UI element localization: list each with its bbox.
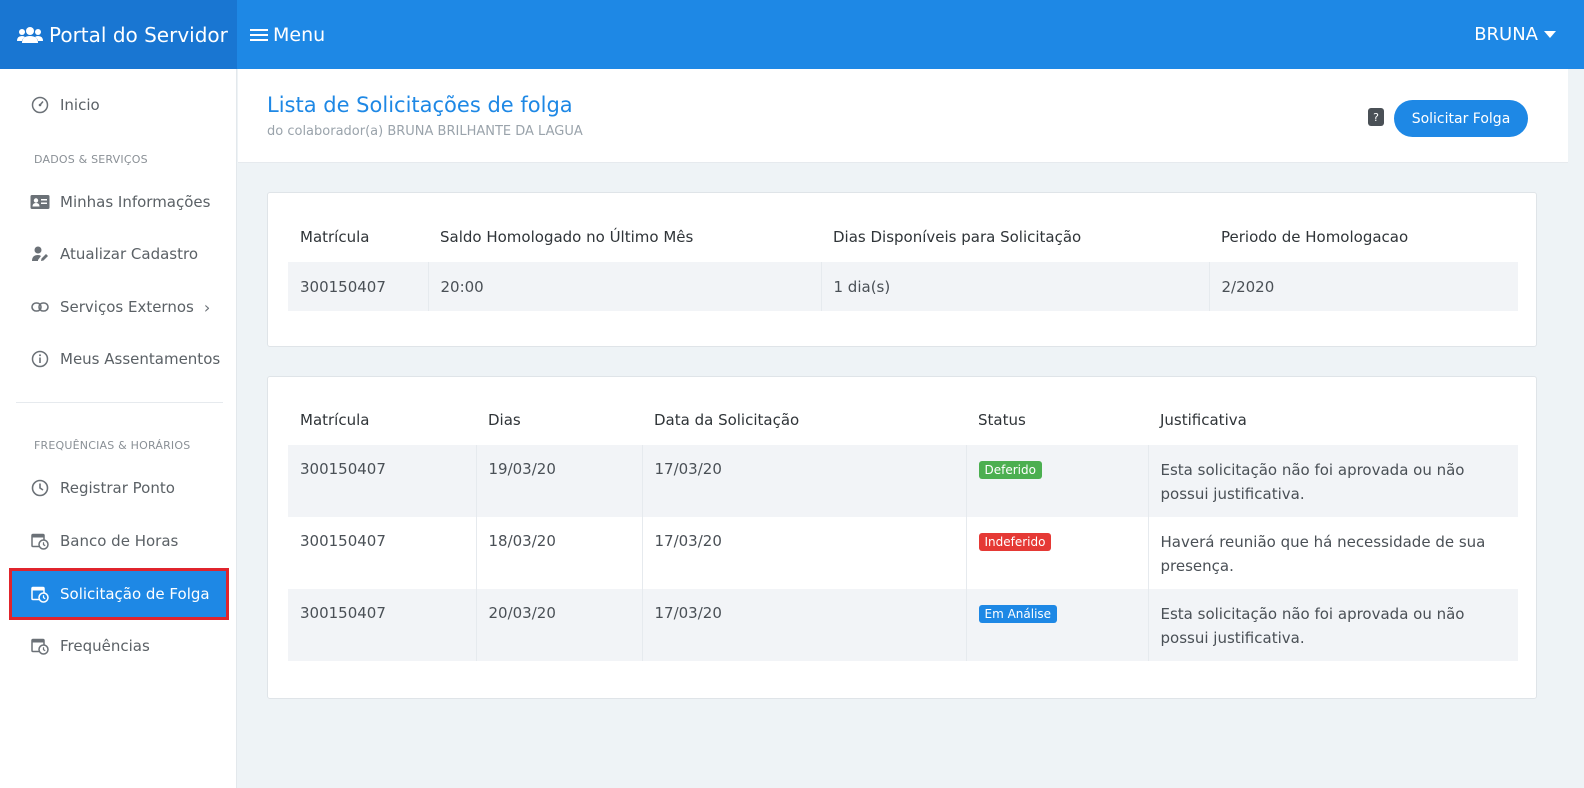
page-subtitle: do colaborador(a) BRUNA BRILHANTE DA LAG… <box>267 124 583 139</box>
sidebar-item-solicitacao-de-folga[interactable]: Solicitação de Folga <box>9 568 229 620</box>
requests-table: Matrícula Dias Data da Solicitação Statu… <box>288 395 1518 661</box>
chevron-right-icon: › <box>203 297 211 317</box>
sidebar-item-registrar-ponto[interactable]: Registrar Ponto <box>12 464 226 512</box>
section-title-frequencias: FREQUÊNCIAS & HORÁRIOS <box>34 439 191 452</box>
sidebar-item-label: Solicitação de Folga <box>60 585 210 603</box>
table-cell: Esta solicitação não foi aprovada ou não… <box>1147 445 1518 517</box>
hamburger-icon <box>250 26 268 44</box>
table-cell: Em Análise <box>965 589 1148 661</box>
dashboard-icon <box>30 95 50 115</box>
table-row: 300150407 20/03/20 17/03/20 Em Análise E… <box>288 589 1518 661</box>
sidebar-item-atualizar-cadastro[interactable]: Atualizar Cadastro <box>12 230 226 278</box>
table-cell: Esta solicitação não foi aprovada ou não… <box>1147 589 1518 661</box>
table-cell: 17/03/20 <box>641 445 966 517</box>
sidebar-item-label: Registrar Ponto <box>60 479 175 497</box>
menu-toggle-button[interactable]: Menu <box>250 24 325 46</box>
sidebar: Inicio DADOS & SERVIÇOS Minhas Informaçõ… <box>0 69 237 788</box>
sidebar-item-label: Meus Assentamentos <box>60 350 221 368</box>
table-cell: 19/03/20 <box>475 445 642 517</box>
brand-title: Portal do Servidor <box>49 22 228 47</box>
status-badge: Em Análise <box>978 605 1058 623</box>
caret-down-icon <box>1544 31 1556 38</box>
table-cell: 17/03/20 <box>641 589 966 661</box>
sidebar-item-servicos-externos[interactable]: Serviços Externos › <box>12 283 226 331</box>
table-row: 300150407 18/03/20 17/03/20 Indeferido H… <box>288 517 1518 589</box>
sidebar-item-label: Minhas Informações <box>60 193 211 211</box>
user-name: BRUNA <box>1474 24 1538 45</box>
sidebar-item-label: Frequências <box>60 637 150 655</box>
column-header: Dias Disponíveis para Solicitação <box>833 228 1082 246</box>
brand[interactable]: Portal do Servidor <box>0 0 237 69</box>
table-cell: 300150407 <box>300 532 386 550</box>
menu-label: Menu <box>273 23 326 46</box>
calendar-clock-icon <box>30 584 50 604</box>
help-button[interactable]: ? <box>1368 108 1384 126</box>
table-cell: 2/2020 <box>1208 262 1518 311</box>
table-cell: 17/03/20 <box>641 517 966 589</box>
column-header: Dias <box>488 411 521 429</box>
column-header: Status <box>978 411 1026 429</box>
calendar-clock-icon <box>30 636 50 656</box>
sidebar-item-frequencias[interactable]: Frequências <box>12 622 226 670</box>
column-header: Saldo Homologado no Último Mês <box>440 228 694 246</box>
sidebar-item-label: Banco de Horas <box>60 532 179 550</box>
sidebar-divider <box>16 402 223 403</box>
section-title-dados: DADOS & SERVIÇOS <box>34 153 148 166</box>
calendar-clock-icon <box>30 531 50 551</box>
sidebar-item-label: Serviços Externos <box>60 298 194 316</box>
link-icon <box>30 297 50 317</box>
table-cell: 20:00 <box>427 262 821 311</box>
user-menu[interactable]: BRUNA <box>1474 0 1556 69</box>
users-icon <box>17 26 43 43</box>
info-icon <box>30 349 50 369</box>
user-edit-icon <box>30 244 50 264</box>
status-badge: Indeferido <box>978 533 1052 551</box>
sidebar-item-banco-de-horas[interactable]: Banco de Horas <box>12 517 226 565</box>
table-cell: 300150407 <box>288 445 476 517</box>
table-cell: 1 dia(s) <box>820 262 1209 311</box>
table-cell: Haverá reunião que há necessidade de sua… <box>1147 517 1518 589</box>
table-cell: Indeferido <box>965 517 1148 589</box>
sidebar-item-minhas-informacoes[interactable]: Minhas Informações <box>12 178 226 226</box>
column-header: Justificativa <box>1160 411 1247 429</box>
column-header: Matrícula <box>300 228 370 246</box>
top-navbar: Portal do Servidor Menu BRUNA <box>0 0 1584 69</box>
table-cell: 18/03/20 <box>475 517 642 589</box>
summary-card: Matrícula Saldo Homologado no Último Mês… <box>267 192 1537 347</box>
page-title: Lista de Solicitações de folga <box>267 93 573 117</box>
table-cell: 300150407 <box>288 262 428 311</box>
sidebar-item-label: Atualizar Cadastro <box>60 245 199 263</box>
column-header: Data da Solicitação <box>654 411 800 429</box>
sidebar-item-inicio[interactable]: Inicio <box>12 81 226 129</box>
solicitar-folga-button[interactable]: Solicitar Folga <box>1394 100 1528 137</box>
table-header-row: Matrícula Dias Data da Solicitação Statu… <box>288 395 1518 445</box>
table-cell: Deferido <box>965 445 1148 517</box>
table-cell: 20/03/20 <box>475 589 642 661</box>
table-row: 300150407 20:00 1 dia(s) 2/2020 <box>288 262 1518 311</box>
id-card-icon <box>30 192 50 212</box>
table-row: 300150407 19/03/20 17/03/20 Deferido Est… <box>288 445 1518 517</box>
page-header: Lista de Solicitações de folga do colabo… <box>238 69 1568 163</box>
column-header: Periodo de Homologacao <box>1221 228 1409 246</box>
summary-table: Matrícula Saldo Homologado no Último Mês… <box>288 212 1518 311</box>
column-header: Matrícula <box>300 411 370 429</box>
table-cell: 300150407 <box>288 589 476 661</box>
requests-card: Matrícula Dias Data da Solicitação Statu… <box>267 376 1537 699</box>
table-header-row: Matrícula Saldo Homologado no Último Mês… <box>288 212 1518 262</box>
sidebar-item-label: Inicio <box>60 96 100 114</box>
status-badge: Deferido <box>978 461 1042 479</box>
clock-icon <box>30 478 50 498</box>
sidebar-item-meus-assentamentos[interactable]: Meus Assentamentos <box>12 335 226 383</box>
